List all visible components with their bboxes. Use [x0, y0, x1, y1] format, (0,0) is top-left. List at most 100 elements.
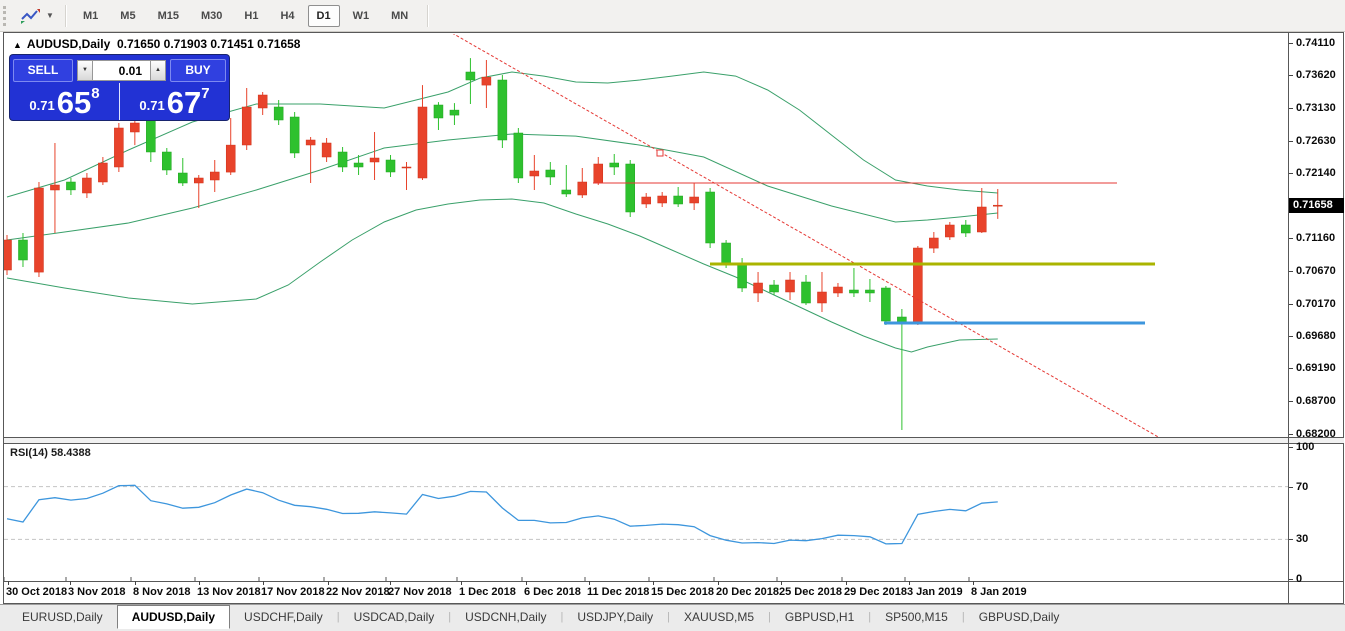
price-tick-mark	[1289, 173, 1293, 175]
date-tick-mark	[263, 581, 264, 585]
sell-price-pip: 8	[91, 85, 100, 102]
price-axis-line	[1288, 33, 1289, 603]
candle-body	[337, 151, 348, 168]
price-tick-label: 0.73130	[1296, 101, 1336, 114]
chart-title: ▲ AUDUSD,Daily 0.71650 0.71903 0.71451 0.…	[13, 37, 300, 51]
price-tick-mark	[1289, 270, 1293, 272]
rsi-tick-label: 70	[1296, 480, 1309, 493]
candle-body	[209, 171, 220, 181]
tab-usdcad-daily[interactable]: USDCAD,Daily	[340, 607, 449, 627]
candle-body	[417, 106, 428, 179]
price-tick-label: 0.68700	[1296, 394, 1336, 407]
candle-body	[66, 181, 76, 191]
date-tick-mark	[461, 581, 462, 585]
tf-button-M5[interactable]: M5	[111, 5, 144, 27]
price-tick-mark	[1289, 42, 1293, 44]
candle-body	[609, 162, 619, 168]
candle-body	[817, 291, 827, 304]
tab-xauusd-m5[interactable]: XAUUSD,M5	[670, 607, 768, 627]
price-tick-label: 0.72140	[1296, 167, 1336, 180]
price-tick-mark	[1289, 433, 1293, 435]
rsi-canvas[interactable]	[4, 444, 1288, 581]
rsi-tick-label: 0	[1296, 573, 1303, 585]
candle-body	[513, 132, 524, 179]
tab-eurusd-daily[interactable]: EURUSD,Daily	[8, 607, 117, 627]
candle-body	[98, 162, 108, 183]
date-tick-mark	[70, 581, 71, 585]
date-tick-mark	[589, 581, 590, 585]
candle-body	[178, 172, 188, 184]
candle-body	[305, 139, 316, 146]
chart-shift-icon[interactable]	[20, 8, 40, 24]
candle-body	[433, 104, 444, 119]
toolbar-separator	[65, 4, 66, 27]
candle-body	[4, 239, 12, 271]
chart-title-symbol: AUDUSD,Daily	[26, 37, 111, 51]
tf-button-W1[interactable]: W1	[344, 5, 379, 27]
candle-body	[833, 286, 843, 294]
mt4-window: ▼ M1 M5 M15 M30 H1 H4 D1 W1 MN ▲ AUDUSD,Daily 0.7…	[0, 0, 1345, 631]
candle-body	[801, 281, 811, 304]
tab-gbpusd-h1[interactable]: GBPUSD,H1	[771, 607, 868, 627]
tf-button-H1[interactable]: H1	[235, 5, 267, 27]
tf-button-M15[interactable]: M15	[149, 5, 188, 27]
trendline-object[interactable]	[452, 34, 1160, 437]
toolbar-separator	[427, 4, 429, 27]
tf-button-H4[interactable]: H4	[271, 5, 303, 27]
chart-tab-bar: EURUSD,Daily AUDUSD,Daily USDCHF,Daily | USD…	[0, 604, 1345, 631]
price-tick-mark	[1289, 75, 1293, 77]
buy-price-big: 67	[166, 85, 202, 120]
candle-body	[705, 191, 715, 244]
candle-body	[465, 71, 476, 81]
volume-increase-button[interactable]: ▲	[150, 60, 166, 81]
timeframe-toolbar: ▼ M1 M5 M15 M30 H1 H4 D1 W1 MN	[0, 0, 1345, 32]
tab-usdcnh-daily[interactable]: USDCNH,Daily	[451, 607, 560, 627]
buy-price[interactable]: 0.71 67 7	[119, 83, 229, 120]
price-tick-label: 0.73620	[1296, 69, 1336, 82]
candle-body	[194, 177, 204, 184]
price-tick-label: 0.72630	[1296, 134, 1336, 147]
toolbar-grip[interactable]	[3, 5, 10, 26]
date-tick-label: 22 Nov 2018	[326, 586, 390, 598]
tab-sp500-m15[interactable]: SP500,M15	[871, 607, 962, 627]
date-tick-mark	[199, 581, 200, 585]
tab-gbpusd-daily[interactable]: GBPUSD,Daily	[965, 607, 1074, 627]
candle-body	[753, 282, 763, 294]
price-tick-mark	[1289, 368, 1293, 370]
price-tick-label: 0.69190	[1296, 362, 1336, 375]
sell-button[interactable]: SELL	[13, 59, 73, 82]
tf-button-MN[interactable]: MN	[382, 5, 417, 27]
tf-button-D1[interactable]: D1	[307, 4, 340, 27]
tab-audusd-daily[interactable]: AUDUSD,Daily	[116, 605, 231, 629]
rsi-tick-label: 30	[1296, 533, 1309, 546]
candle-body	[561, 189, 572, 195]
candle-body	[785, 279, 795, 293]
candle-body	[497, 79, 508, 141]
candle-body	[273, 106, 284, 121]
price-tick-label: 0.69680	[1296, 330, 1336, 342]
candle-body	[625, 163, 635, 213]
date-tick-label: 1 Dec 2018	[459, 586, 516, 598]
tf-button-M1[interactable]: M1	[74, 5, 107, 27]
tab-usdjpy-daily[interactable]: USDJPY,Daily	[563, 607, 667, 627]
candle-body	[769, 284, 779, 293]
price-tick-mark	[1289, 140, 1293, 142]
chevron-down-icon[interactable]: ▼	[43, 11, 57, 20]
candle-body	[449, 109, 460, 116]
candle-body	[849, 289, 859, 294]
volume-decrease-button[interactable]: ▼	[77, 60, 93, 81]
rsi-tick-mark	[1289, 579, 1293, 580]
trendline-anchor-marker[interactable]	[656, 149, 664, 157]
tab-usdchf-daily[interactable]: USDCHF,Daily	[230, 607, 337, 627]
rsi-tick-mark	[1289, 539, 1293, 541]
date-tick-label: 3 Jan 2019	[907, 586, 963, 598]
candle-body	[993, 204, 1003, 207]
date-tick-mark	[718, 581, 719, 585]
buy-button[interactable]: BUY	[170, 59, 226, 82]
tf-button-M30[interactable]: M30	[192, 5, 231, 27]
candle-body	[657, 195, 667, 204]
date-tick-label: 30 Oct 2018	[6, 586, 68, 598]
date-tick-label: 13 Nov 2018	[197, 586, 261, 598]
volume-value[interactable]: 0.01	[93, 60, 150, 81]
sell-price[interactable]: 0.71 65 8	[10, 83, 119, 120]
